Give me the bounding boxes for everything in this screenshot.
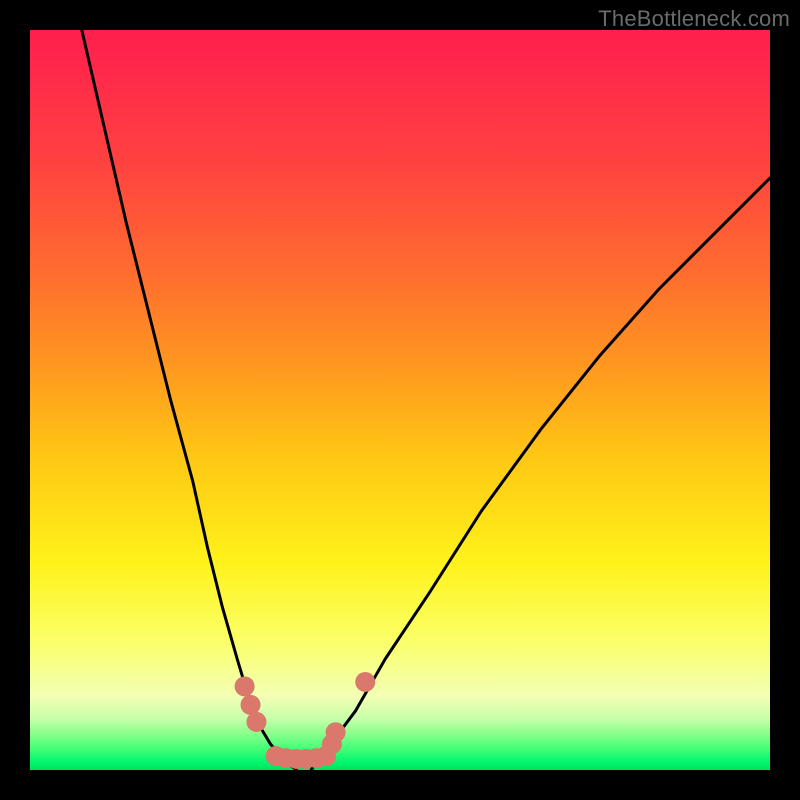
right-curve [311, 178, 770, 770]
watermark-text: TheBottleneck.com [598, 6, 790, 32]
plot-area [30, 30, 770, 770]
left-curve [82, 30, 297, 770]
left-dots-point [235, 676, 255, 696]
chart-series [82, 30, 770, 770]
left-dots-point [246, 712, 266, 732]
curves-svg [30, 30, 770, 770]
chart-frame: TheBottleneck.com [0, 0, 800, 800]
right-dots-point [355, 672, 375, 692]
right-dots-point [326, 722, 346, 742]
left-dots-point [241, 695, 261, 715]
